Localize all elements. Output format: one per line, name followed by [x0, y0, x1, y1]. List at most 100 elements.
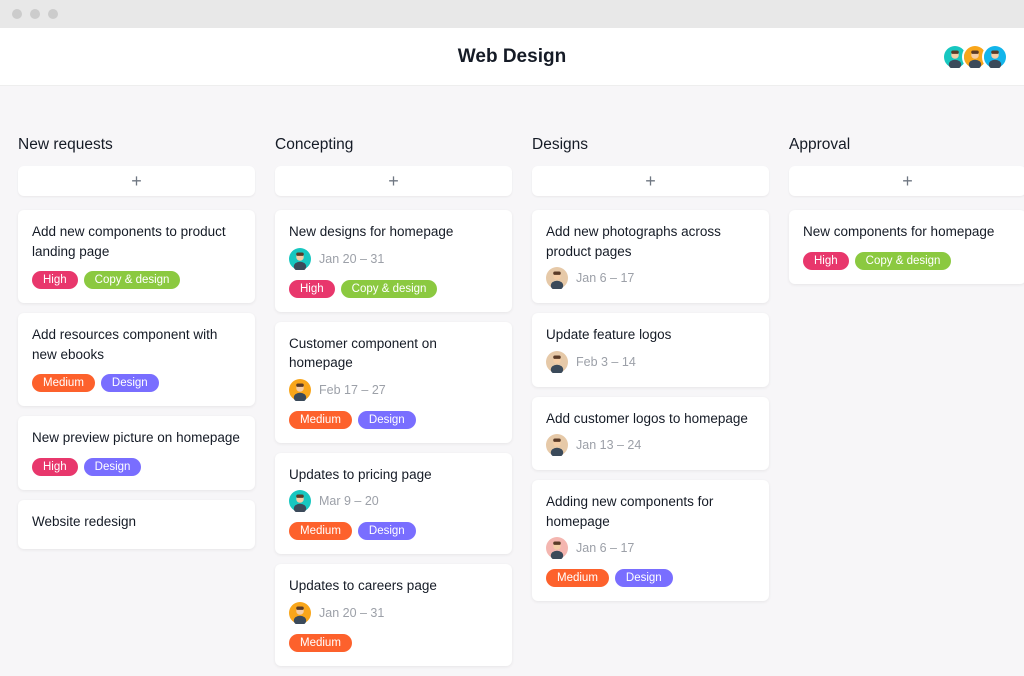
task-card[interactable]: Customer component on homepage Feb 17 – 2… — [275, 322, 512, 443]
card-date: Feb 3 – 14 — [576, 355, 636, 369]
task-card[interactable]: Update feature logos Feb 3 – 14 — [532, 313, 769, 387]
card-title: New designs for homepage — [289, 222, 498, 242]
card-title: Add customer logos to homepage — [546, 409, 755, 429]
tag[interactable]: High — [289, 280, 335, 298]
tag[interactable]: Medium — [289, 634, 352, 652]
add-card-button[interactable]: + — [275, 166, 512, 196]
task-card[interactable]: Updates to pricing page Mar 9 – 20 Medium D… — [275, 453, 512, 555]
column-title: Approval — [789, 136, 1024, 154]
card-date: Jan 6 – 17 — [576, 541, 634, 555]
card-title: Add new photographs across product pages — [546, 222, 755, 261]
card-date: Mar 9 – 20 — [319, 494, 379, 508]
card-meta: Jan 20 – 31 — [289, 248, 498, 270]
task-card[interactable]: Updates to careers page Jan 20 – 31 Medium — [275, 564, 512, 666]
plus-icon: + — [131, 171, 142, 192]
tag[interactable]: Medium — [289, 411, 352, 429]
card-title: Add new components to product landing pa… — [32, 222, 241, 261]
card-title: New preview picture on homepage — [32, 428, 241, 448]
tag[interactable]: Design — [101, 374, 159, 392]
task-card[interactable]: Add new components to product landing pa… — [18, 210, 255, 303]
plus-icon: + — [388, 171, 399, 192]
plus-icon: + — [645, 171, 656, 192]
kanban-board: New requests + Add new components to produ… — [0, 86, 1024, 676]
card-tags: High Copy & design — [803, 252, 1012, 270]
member-avatars[interactable] — [948, 44, 1008, 70]
member-avatar[interactable] — [982, 44, 1008, 70]
task-card[interactable]: New designs for homepage Jan 20 – 31 High C… — [275, 210, 512, 312]
card-tags: Medium Design — [546, 569, 755, 587]
card-title: Add resources component with new ebooks — [32, 325, 241, 364]
card-tags: High Copy & design — [32, 271, 241, 289]
card-meta: Mar 9 – 20 — [289, 490, 498, 512]
column-title: Concepting — [275, 136, 512, 154]
card-tags: Medium Design — [289, 411, 498, 429]
card-tags: Medium — [289, 634, 498, 652]
card-tags: Medium Design — [289, 522, 498, 540]
card-meta: Feb 3 – 14 — [546, 351, 755, 373]
card-date: Jan 20 – 31 — [319, 606, 384, 620]
app-header: Web Design — [0, 28, 1024, 86]
assignee-avatar[interactable] — [289, 490, 311, 512]
tag[interactable]: Design — [358, 522, 416, 540]
project-title: Web Design — [458, 46, 566, 68]
task-card[interactable]: New preview picture on homepage High Desig… — [18, 416, 255, 490]
traffic-light-minimize[interactable] — [30, 9, 40, 19]
card-tags: High Copy & design — [289, 280, 498, 298]
card-title: Customer component on homepage — [289, 334, 498, 373]
task-card[interactable]: New components for homepage High Copy & de… — [789, 210, 1024, 284]
card-meta: Feb 17 – 27 — [289, 379, 498, 401]
card-title: Updates to pricing page — [289, 465, 498, 485]
board-column: Approval + New components for homepage High… — [789, 136, 1024, 676]
card-meta: Jan 6 – 17 — [546, 537, 755, 559]
card-title: Website redesign — [32, 512, 241, 532]
card-tags: Medium Design — [32, 374, 241, 392]
add-card-button[interactable]: + — [789, 166, 1024, 196]
card-date: Jan 20 – 31 — [319, 252, 384, 266]
traffic-light-zoom[interactable] — [48, 9, 58, 19]
tag[interactable]: Medium — [32, 374, 95, 392]
tag[interactable]: Medium — [546, 569, 609, 587]
card-date: Feb 17 – 27 — [319, 383, 386, 397]
card-tags: High Design — [32, 458, 241, 476]
assignee-avatar[interactable] — [546, 267, 568, 289]
assignee-avatar[interactable] — [289, 248, 311, 270]
tag[interactable]: High — [32, 271, 78, 289]
plus-icon: + — [902, 171, 913, 192]
assignee-avatar[interactable] — [546, 351, 568, 373]
add-card-button[interactable]: + — [532, 166, 769, 196]
tag[interactable]: Design — [358, 411, 416, 429]
tag[interactable]: High — [32, 458, 78, 476]
card-meta: Jan 13 – 24 — [546, 434, 755, 456]
task-card[interactable]: Add customer logos to homepage Jan 13 – 2… — [532, 397, 769, 471]
tag[interactable]: High — [803, 252, 849, 270]
tag[interactable]: Copy & design — [84, 271, 181, 289]
column-title: Designs — [532, 136, 769, 154]
card-title: New components for homepage — [803, 222, 1012, 242]
board-column: Concepting + New designs for homepage Jan 2… — [275, 136, 512, 676]
assignee-avatar[interactable] — [546, 434, 568, 456]
task-card[interactable]: Add resources component with new ebooks M… — [18, 313, 255, 406]
tag[interactable]: Medium — [289, 522, 352, 540]
tag[interactable]: Copy & design — [855, 252, 952, 270]
tag[interactable]: Copy & design — [341, 280, 438, 298]
tag[interactable]: Design — [84, 458, 142, 476]
assignee-avatar[interactable] — [289, 379, 311, 401]
card-date: Jan 6 – 17 — [576, 271, 634, 285]
card-meta: Jan 6 – 17 — [546, 267, 755, 289]
card-title: Adding new components for homepage — [546, 492, 755, 531]
card-title: Update feature logos — [546, 325, 755, 345]
card-date: Jan 13 – 24 — [576, 438, 641, 452]
card-meta: Jan 20 – 31 — [289, 602, 498, 624]
task-card[interactable]: Add new photographs across product pages… — [532, 210, 769, 303]
traffic-light-close[interactable] — [12, 9, 22, 19]
tag[interactable]: Design — [615, 569, 673, 587]
window-titlebar — [0, 0, 1024, 28]
board-column: Designs + Add new photographs across produ… — [532, 136, 769, 676]
card-title: Updates to careers page — [289, 576, 498, 596]
assignee-avatar[interactable] — [289, 602, 311, 624]
task-card[interactable]: Adding new components for homepage Jan 6 … — [532, 480, 769, 601]
column-title: New requests — [18, 136, 255, 154]
task-card[interactable]: Website redesign — [18, 500, 255, 550]
assignee-avatar[interactable] — [546, 537, 568, 559]
add-card-button[interactable]: + — [18, 166, 255, 196]
